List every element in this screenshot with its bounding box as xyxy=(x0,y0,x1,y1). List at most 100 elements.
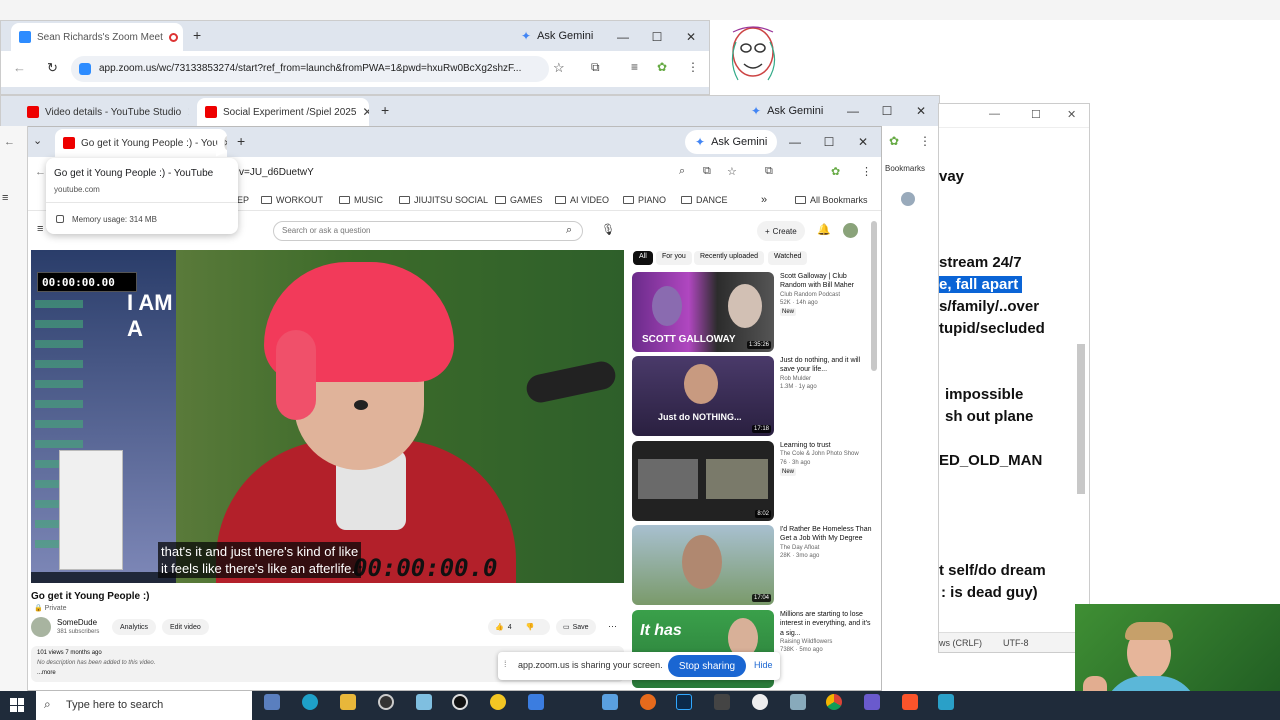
recommendation-title[interactable]: Learning to trust xyxy=(780,441,872,450)
close-window-button[interactable]: ✕ xyxy=(907,99,935,123)
recommendation-card[interactable]: SCOTT GALLOWAY 1:35:26 Scott Galloway | … xyxy=(632,272,872,352)
new-tab-button[interactable]: + xyxy=(237,133,245,149)
notepad-scrollbar[interactable] xyxy=(1077,344,1085,494)
chip-all[interactable]: All xyxy=(633,251,653,265)
video-player[interactable]: 00:00:00.00 I AM A 00:00:00.0 that's it … xyxy=(31,250,624,583)
bookmark-folder[interactable]: GAMES xyxy=(495,195,543,205)
recommendation-title[interactable]: Just do nothing, and it will save your l… xyxy=(780,356,872,375)
extension-puzzle-icon[interactable]: ✿ xyxy=(831,165,840,178)
close-window-button[interactable]: ✕ xyxy=(677,25,705,49)
recommendation-title[interactable]: Millions are starting to lose interest i… xyxy=(780,610,872,638)
notifications-icon[interactable]: 🔔 xyxy=(817,223,831,236)
hide-button[interactable]: Hide xyxy=(754,660,773,670)
video-thumbnail[interactable]: 8:02 xyxy=(632,441,774,521)
maximize-button[interactable]: ☐ xyxy=(873,99,901,123)
drag-handle-icon[interactable]: ⁞ xyxy=(504,659,507,669)
extension-icon[interactable]: ✿ xyxy=(889,134,899,148)
minimize-button[interactable]: — xyxy=(989,108,1000,120)
chip-recently-uploaded[interactable]: Recently uploaded xyxy=(694,251,764,265)
all-bookmarks[interactable]: All Bookmarks xyxy=(795,195,868,205)
bookmarks-label[interactable]: Bookmarks xyxy=(885,164,925,173)
start-button[interactable] xyxy=(10,698,24,712)
back-icon[interactable]: ← xyxy=(4,136,15,148)
taskbar-search[interactable]: ⌕ Type here to search xyxy=(36,691,252,720)
close-window-button[interactable]: ✕ xyxy=(1067,108,1076,121)
recommendation-channel[interactable]: The Day Afloat xyxy=(780,544,872,552)
bookmark-folder[interactable]: AI VIDEO xyxy=(555,195,609,205)
bookmark-folder[interactable]: MUSIC xyxy=(339,195,383,205)
tab-search-icon[interactable]: ⌄ xyxy=(33,134,42,147)
notepad-icon[interactable] xyxy=(416,694,432,710)
tab-social-experiment[interactable]: Social Experiment /Spiel 2025 ✕ xyxy=(197,98,369,126)
back-icon[interactable]: ← xyxy=(35,166,46,178)
search-icon[interactable]: ⌕ xyxy=(566,224,572,237)
address-bar-text[interactable]: v=JU_d6DuetwY xyxy=(239,167,314,178)
analytics-button[interactable]: Analytics xyxy=(112,619,157,635)
recommendation-channel[interactable]: The Cole & John Photo Show xyxy=(780,450,872,458)
chrome-icon[interactable] xyxy=(826,694,842,710)
task-view-icon[interactable] xyxy=(264,694,280,710)
maximize-button[interactable]: ☐ xyxy=(1031,108,1041,121)
search-page-icon[interactable]: ⌕ xyxy=(679,165,685,178)
brave-icon[interactable] xyxy=(902,694,918,710)
cast-icon[interactable]: ⧉ xyxy=(703,165,711,178)
recommendation-card[interactable]: 8:02 Learning to trust The Cole & John P… xyxy=(632,441,872,521)
whiteboard-icon[interactable] xyxy=(938,694,954,710)
video-thumbnail[interactable]: SCOTT GALLOWAY 1:35:26 xyxy=(632,272,774,352)
vpn-icon[interactable] xyxy=(864,694,880,710)
recommendation-channel[interactable]: Raising Wildflowers xyxy=(780,638,872,646)
extensions-icon[interactable]: ⧉ xyxy=(765,165,773,178)
recommendation-channel[interactable]: Rob Mulder xyxy=(780,375,872,383)
chip-for-you[interactable]: For you xyxy=(656,251,692,265)
video-thumbnail[interactable]: Just do NOTHING... 17:18 xyxy=(632,356,774,436)
new-tab-button[interactable]: + xyxy=(193,27,201,43)
video-thumbnail[interactable]: 17:04 xyxy=(632,525,774,605)
chip-watched[interactable]: Watched xyxy=(768,251,808,265)
close-window-button[interactable]: ✕ xyxy=(849,130,877,154)
youtube-search-box[interactable]: Search or ask a question ⌕ xyxy=(273,221,583,241)
edge-icon[interactable] xyxy=(302,694,318,710)
star-icon[interactable]: ☆ xyxy=(553,60,565,76)
ask-gemini-button[interactable]: ✦ Ask Gemini xyxy=(685,130,778,154)
new-tab-button[interactable]: + xyxy=(381,102,389,118)
recommendation-channel[interactable]: Club Random Podcast xyxy=(780,291,872,299)
close-icon[interactable]: ✕ xyxy=(187,105,189,119)
menu-icon[interactable]: ⋮ xyxy=(687,60,699,74)
more-link[interactable]: ...more xyxy=(37,670,56,676)
bookmark-folder[interactable]: JIUJITSU SOCIAL xyxy=(399,195,488,205)
back-icon[interactable]: ← xyxy=(13,60,26,75)
recommendation-card[interactable]: Just do NOTHING... 17:18 Just do nothing… xyxy=(632,356,872,436)
extension-puzzle-icon[interactable]: ✿ xyxy=(657,60,667,74)
zoom-address-bar[interactable]: app.zoom.us/wc/73133853274/start?ref_fro… xyxy=(71,56,549,82)
file-explorer-icon[interactable] xyxy=(340,694,356,710)
save-button[interactable]: ▭ Save xyxy=(556,619,596,635)
recommendation-title[interactable]: I'd Rather Be Homeless Than Get a Job Wi… xyxy=(780,525,872,544)
tab-youtube-studio[interactable]: Video details - YouTube Studio ✕ xyxy=(19,98,189,126)
close-icon[interactable]: ✕ xyxy=(362,105,369,119)
tab-go-get-it[interactable]: Go get it Young People :) - You ✕ xyxy=(55,129,227,157)
recommendation-card[interactable]: 17:04 I'd Rather Be Homeless Than Get a … xyxy=(632,525,872,605)
firefox-icon[interactable] xyxy=(640,694,656,710)
menu-icon[interactable]: ⋮ xyxy=(919,134,931,148)
davinci-icon[interactable] xyxy=(714,694,730,710)
ask-gemini-button[interactable]: ✦ Ask Gemini xyxy=(511,24,603,48)
stop-sharing-button[interactable]: Stop sharing xyxy=(668,655,746,677)
tab-zoom-meeting[interactable]: Sean Richards's Zoom Meet ✕ xyxy=(11,23,183,51)
zoom-icon[interactable] xyxy=(752,694,768,710)
extensions-icon[interactable]: ⧉ xyxy=(591,60,600,75)
like-icon[interactable]: 👍 xyxy=(495,623,504,631)
hamburger-menu-icon[interactable]: ≡ xyxy=(37,223,43,235)
bookmark-folder[interactable]: DANCE xyxy=(681,195,728,205)
lightbulb-icon[interactable] xyxy=(490,694,506,710)
menu-icon[interactable]: ⋮ xyxy=(861,165,872,178)
create-button[interactable]: + Create xyxy=(757,221,805,241)
avatar[interactable] xyxy=(843,223,858,238)
bookmark-folder[interactable]: PIANO xyxy=(623,195,666,205)
avatar[interactable] xyxy=(901,192,915,206)
star-icon[interactable]: ☆ xyxy=(727,165,737,178)
reload-icon[interactable]: ↻ xyxy=(47,60,58,76)
dislike-icon[interactable]: 👎 xyxy=(526,623,535,631)
hamburger-menu-icon[interactable]: ≡ xyxy=(2,192,8,204)
media-icon[interactable]: ≡ xyxy=(631,60,638,74)
more-bookmarks-icon[interactable]: » xyxy=(761,194,767,206)
